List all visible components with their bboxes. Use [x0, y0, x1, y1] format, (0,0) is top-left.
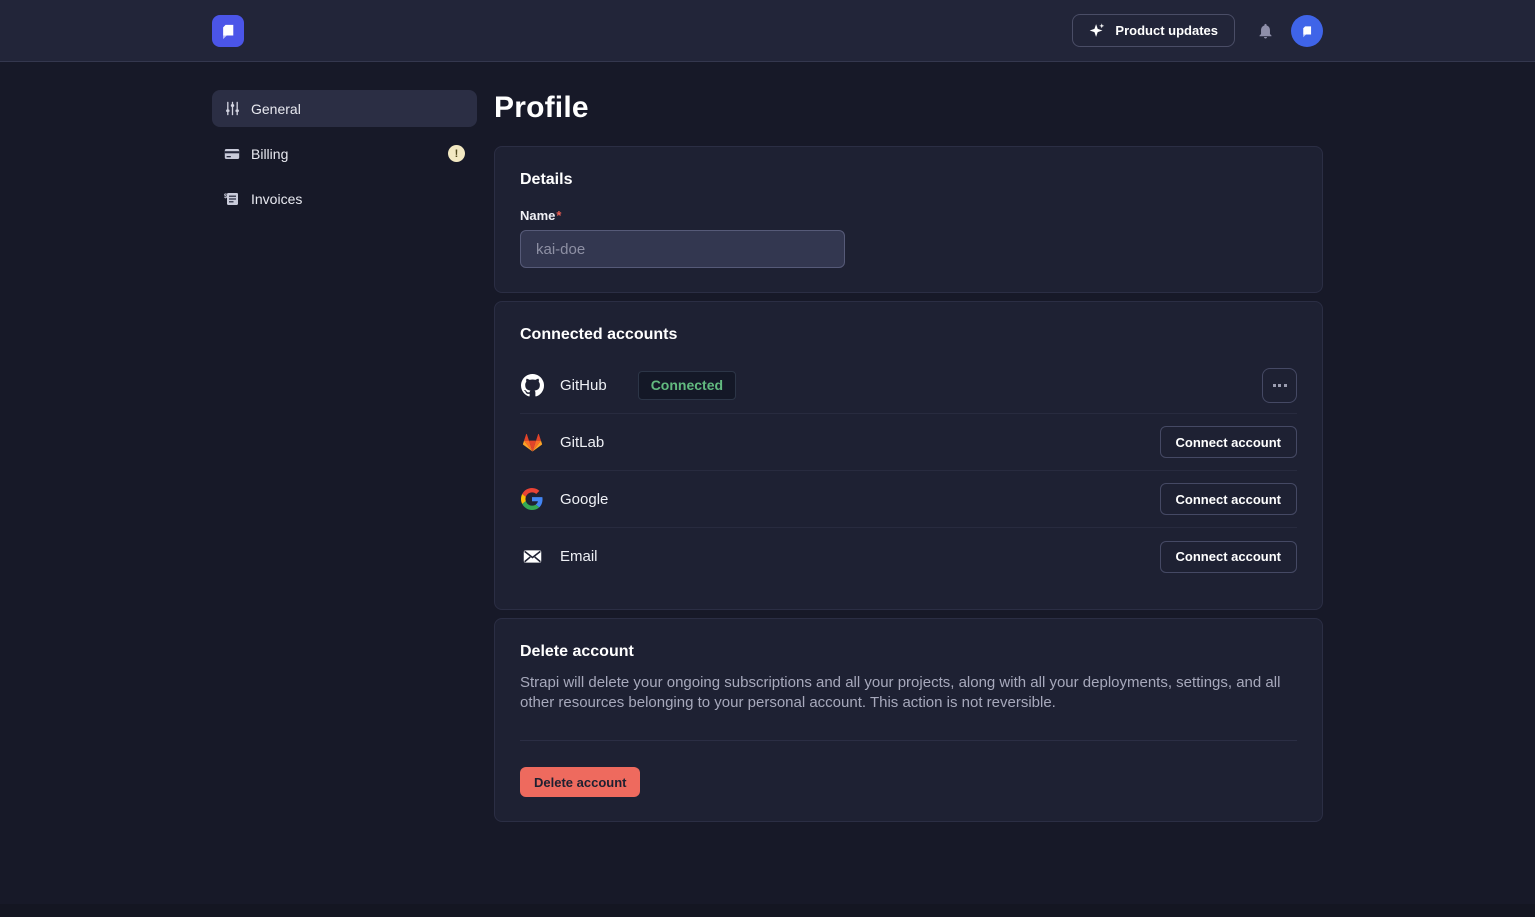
accounts-list: GitHub Connected	[520, 357, 1297, 585]
user-avatar[interactable]	[1291, 15, 1323, 47]
name-input[interactable]	[520, 230, 845, 268]
github-icon	[520, 373, 544, 397]
provider-name: Email	[560, 548, 598, 565]
provider-name: GitHub	[560, 377, 607, 394]
details-card: Details Name*	[494, 146, 1323, 293]
provider-name: Google	[560, 491, 608, 508]
ellipsis-icon	[1273, 384, 1287, 387]
divider	[520, 740, 1297, 741]
sidebar-item-billing[interactable]: Billing !	[212, 135, 477, 172]
sparkles-icon	[1089, 22, 1106, 39]
github-options-button[interactable]	[1262, 368, 1297, 403]
sidebar-item-label: General	[251, 101, 465, 117]
google-icon	[520, 487, 544, 511]
strapi-logo-icon[interactable]	[212, 15, 244, 47]
page-title: Profile	[494, 91, 1323, 125]
email-icon	[520, 545, 544, 569]
settings-sidebar: General Billing ! $	[212, 90, 477, 217]
strapi-glyph-icon	[215, 18, 241, 44]
account-row-github: GitHub Connected	[520, 357, 1297, 414]
bottom-edge-strip	[0, 904, 1535, 917]
bell-icon	[1257, 22, 1274, 40]
required-asterisk: *	[556, 208, 561, 223]
main-content: Profile Details Name* Connected accounts…	[494, 62, 1323, 830]
connected-status-badge: Connected	[638, 371, 736, 400]
billing-warning-badge: !	[448, 145, 465, 162]
gitlab-connect-button[interactable]: Connect account	[1160, 426, 1297, 458]
delete-account-button[interactable]: Delete account	[520, 767, 640, 797]
sliders-icon	[224, 101, 240, 117]
email-connect-button[interactable]: Connect account	[1160, 541, 1297, 573]
credit-card-icon	[224, 146, 240, 162]
sidebar-item-general[interactable]: General	[212, 90, 477, 127]
sidebar-item-label: Invoices	[251, 191, 465, 207]
delete-account-card: Delete account Strapi will delete your o…	[494, 618, 1323, 822]
details-card-title: Details	[520, 171, 1297, 189]
product-updates-label: Product updates	[1115, 23, 1218, 38]
notifications-button[interactable]	[1257, 22, 1274, 40]
sidebar-item-label: Billing	[251, 146, 448, 162]
account-row-gitlab: GitLab Connect account	[520, 414, 1297, 471]
google-connect-button[interactable]: Connect account	[1160, 483, 1297, 515]
connected-accounts-title: Connected accounts	[520, 326, 1297, 344]
invoice-icon: $	[224, 191, 240, 207]
account-row-email: Email Connect account	[520, 528, 1297, 585]
account-row-google: Google Connect account	[520, 471, 1297, 528]
strapi-avatar-icon	[1297, 21, 1317, 41]
provider-name: GitLab	[560, 434, 604, 451]
product-updates-button[interactable]: Product updates	[1072, 14, 1235, 47]
delete-account-description: Strapi will delete your ongoing subscrip…	[520, 673, 1297, 713]
gitlab-icon	[520, 430, 544, 454]
sidebar-item-invoices[interactable]: $ Invoices	[212, 180, 477, 217]
name-field-label: Name*	[520, 208, 1297, 223]
connected-accounts-card: Connected accounts GitHub Connected	[494, 301, 1323, 610]
delete-account-title: Delete account	[520, 643, 1297, 661]
topbar: Product updates	[0, 0, 1535, 62]
